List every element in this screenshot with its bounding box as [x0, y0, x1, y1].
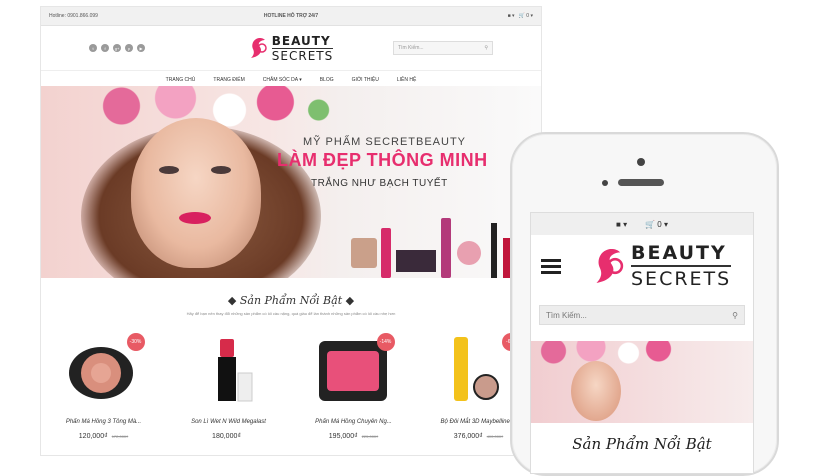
mobile-hero-banner[interactable] [531, 341, 753, 423]
pinterest-icon[interactable]: p [125, 44, 133, 52]
cart-count[interactable]: 0 ▾ [526, 13, 533, 19]
cart-icon[interactable]: 🛒 [645, 220, 655, 229]
hero-banner[interactable]: MỸ PHẨM SECRETBEAUTY LÀM ĐẸP THÔNG MINH … [41, 86, 541, 278]
hamburger-menu-icon[interactable] [541, 258, 561, 274]
product-old-price: 400,000₫ [486, 434, 504, 439]
phone-sensor [602, 180, 608, 186]
mobile-search-input[interactable]: Tìm Kiếm... ⚲ [539, 305, 745, 325]
phone-camera [637, 158, 645, 166]
social-links: t f g+ p ▶ [89, 44, 249, 52]
site-logo[interactable]: BEAUTY SECRETS [249, 35, 334, 63]
search-placeholder: Tìm Kiếm... [546, 310, 587, 320]
google-plus-icon[interactable]: g+ [113, 44, 121, 52]
youtube-icon[interactable]: ▶ [137, 44, 145, 52]
hero-eye-right [211, 166, 231, 174]
discount-badge: -30% [126, 333, 145, 351]
hero-model-face [571, 361, 621, 421]
search-area: Tìm Kiếm... ⚲ [333, 41, 494, 55]
user-icon[interactable]: ■ [508, 13, 511, 19]
logo-word-secrets: SECRETS [271, 48, 334, 63]
facebook-icon[interactable]: f [101, 44, 109, 52]
mobile-screen: ■ ▾ 🛒 0 ▾ BEAUTY SECRETS Tìm Kiếm... ⚲ S… [530, 212, 754, 474]
hero-line-1: MỸ PHẨM SECRETBEAUTY [303, 136, 467, 148]
hero-eye-left [159, 166, 179, 174]
mobile-account[interactable]: ■ ▾ [616, 220, 627, 229]
mobile-top-bar: ■ ▾ 🛒 0 ▾ [531, 213, 753, 235]
desktop-preview: Hotline: 0901.866.099 HOTLINE HỖ TRỢ 24/… [40, 6, 542, 456]
mobile-cart[interactable]: 🛒 0 ▾ [645, 220, 668, 229]
product-card[interactable]: Son Lì Wet N Wild Megalast 180,000₫ [174, 333, 284, 440]
product-price: 180,000₫ [212, 433, 241, 440]
account-dropdown[interactable]: ▾ [512, 13, 515, 19]
mobile-logo[interactable]: BEAUTY SECRETS [593, 243, 732, 290]
site-header: t f g+ p ▶ BEAUTY SECRETS Tìm Kiếm... ⚲ [41, 26, 541, 71]
nav-item-contact[interactable]: LIÊN HỆ [397, 77, 416, 83]
nav-item-makeup[interactable]: TRANG ĐIỂM [213, 77, 244, 83]
logo-word-beauty: BEAUTY [271, 35, 334, 49]
search-icon[interactable]: ⚲ [732, 311, 738, 320]
mobile-featured-title: Sản Phẩm Nổi Bật [572, 435, 712, 453]
hero-model-face [131, 118, 261, 268]
hero-lips [179, 212, 211, 224]
account-cart[interactable]: ■ ▾ 🛒 0 ▾ [372, 13, 533, 19]
product-name[interactable]: Phấn Má Hồng Chuyên Ng... [299, 419, 409, 425]
product-card[interactable]: -14% Phấn Má Hồng Chuyên Ng... 195,000₫ 2… [299, 333, 409, 440]
product-name[interactable]: Son Lì Wet N Wild Megalast [174, 419, 284, 425]
nav-item-home[interactable]: TRANG CHỦ [166, 77, 196, 83]
featured-subtitle: Hãy để bạn nên thay đổi những sản phẩm c… [186, 311, 396, 316]
nav-item-skincare[interactable]: CHĂM SÓC DA ▾ [263, 77, 302, 83]
twitter-icon[interactable]: t [89, 44, 97, 52]
hero-line-2: LÀM ĐẸP THÔNG MINH [277, 150, 488, 170]
support-text: HOTLINE HỖ TRỢ 24/7 [263, 13, 319, 19]
logo-mark-icon [250, 38, 267, 58]
product-name[interactable]: Phấn Má Hồng 3 Tông Mà... [49, 419, 159, 425]
logo-word-beauty: BEAUTY [631, 243, 732, 267]
phone-speaker [618, 179, 664, 186]
hero-line-3: TRẮNG NHƯ BẠCH TUYẾT [311, 178, 448, 189]
product-image[interactable]: -30% [59, 333, 149, 405]
product-card[interactable]: -30% Phấn Má Hồng 3 Tông Mà... 120,000₫ 1… [49, 333, 159, 440]
product-price: 120,000₫ 172,000₫ [78, 433, 129, 440]
product-list: -30% Phấn Má Hồng 3 Tông Mà... 120,000₫ 1… [41, 333, 541, 440]
search-icon[interactable]: ⚲ [484, 45, 488, 51]
logo-word-secrets: SECRETS [631, 267, 732, 290]
top-bar: Hotline: 0901.866.099 HOTLINE HỖ TRỢ 24/… [41, 7, 541, 26]
cart-icon[interactable]: 🛒 [519, 13, 525, 19]
product-old-price: 225,000₫ [361, 434, 379, 439]
nav-item-blog[interactable]: BLOG [320, 77, 334, 83]
mobile-header: BEAUTY SECRETS [531, 235, 753, 297]
search-placeholder: Tìm Kiếm... [398, 45, 424, 51]
mobile-phone-frame: ■ ▾ 🛒 0 ▾ BEAUTY SECRETS Tìm Kiếm... ⚲ S… [510, 132, 779, 476]
user-icon[interactable]: ■ [616, 220, 621, 229]
search-input[interactable]: Tìm Kiếm... ⚲ [393, 41, 494, 55]
hotline-text: Hotline: 0901.866.099 [49, 13, 98, 19]
featured-title: ◆ Sản Phẩm Nổi Bật ◆ [227, 294, 355, 307]
product-price: 195,000₫ 225,000₫ [328, 433, 379, 440]
product-old-price: 172,000₫ [111, 434, 129, 439]
product-image[interactable] [184, 333, 274, 405]
product-image[interactable]: -14% [309, 333, 399, 405]
discount-badge: -14% [376, 333, 395, 351]
nav-item-about[interactable]: GIỚI THIỆU [352, 77, 379, 83]
logo-mark-icon [596, 249, 624, 283]
